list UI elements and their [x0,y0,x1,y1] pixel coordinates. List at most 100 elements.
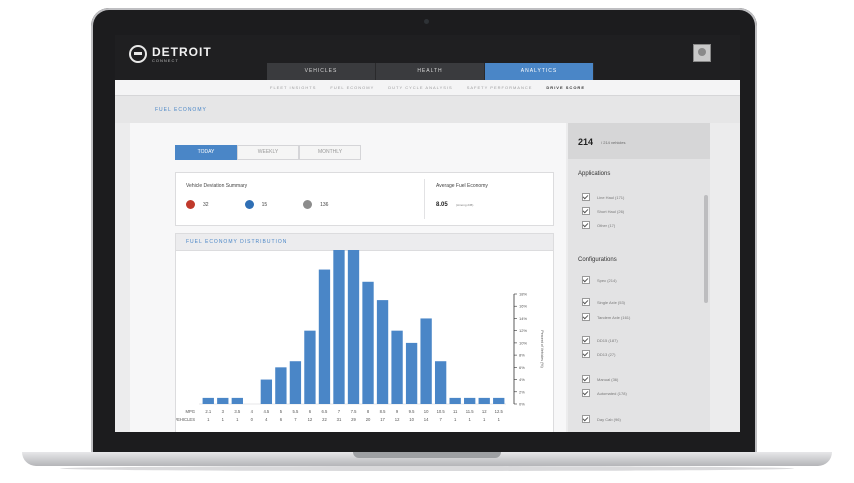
filter-item[interactable]: Other (17) [582,221,615,229]
chart-bar[interactable] [347,250,360,404]
filter-item[interactable]: Manual (36) [582,375,618,383]
y-tick-label: 6% [519,365,525,370]
count-label: 29 [351,417,356,422]
subnav-duty-cycle[interactable]: DUTY CYCLE ANALYSIS [388,80,452,95]
chart-bar[interactable] [391,330,403,404]
filter-label: Automated (178) [597,390,627,396]
up-arrow-icon [244,200,254,209]
vehicle-count-label: / 214 vehicles [601,140,626,145]
checkbox-icon[interactable] [582,389,590,397]
count-label: 0 [251,417,254,422]
x-tick-label: 7 [338,409,341,414]
brand-logo[interactable]: DETROIT CONNECT [129,45,212,63]
count-label: 1 [207,417,210,422]
chart-bar[interactable] [202,397,214,404]
filter-item[interactable]: Line Haul (171) [582,193,624,201]
deviation-above[interactable]: 15 [244,200,268,209]
chart-bar[interactable] [217,397,229,404]
chart-bar[interactable] [493,397,505,404]
count-label: 1 [236,417,239,422]
y-tick-label: 0% [519,402,525,407]
checkbox-icon[interactable] [582,336,590,344]
chart-bar[interactable] [333,250,345,404]
checkbox-icon[interactable] [582,313,590,321]
chart-bar[interactable] [318,269,331,404]
filter-item[interactable]: DD15 (187) [582,336,618,344]
checkbox-icon[interactable] [582,350,590,358]
subnav-drive-score[interactable]: DRIVE SCORE [546,80,585,95]
filter-item[interactable]: DD13 (27) [582,350,615,358]
filter-item[interactable]: Single Axle (53) [582,298,625,306]
down-arrow-icon [186,200,195,209]
webcam [424,19,429,24]
chart-bar[interactable] [260,379,273,404]
chart-bar[interactable] [275,367,287,404]
x-tick-label: 8.5 [380,409,386,414]
circle-icon [303,200,313,209]
count-label: 1 [469,417,472,422]
filter-item[interactable]: Automated (178) [582,389,627,397]
filter-item[interactable]: Spec (214) [582,276,617,284]
deviation-below[interactable]: 32 [186,200,209,209]
x-tick-label: 10.5 [437,409,446,414]
filter-item[interactable]: Day Cab (96) [582,415,621,423]
chart-bar[interactable] [362,281,374,404]
filter-label: DD13 (27) [597,351,616,357]
chart-bar[interactable] [304,330,316,404]
deviation-above-count: 15 [261,201,268,208]
chart-bar[interactable] [478,397,490,404]
chart-bar[interactable] [420,318,432,404]
checkbox-icon[interactable] [582,298,590,306]
count-row-label: VEHICLES [176,417,195,422]
chart-bar[interactable] [405,342,418,404]
segment-today[interactable]: TODAY [175,145,237,160]
chart-bar[interactable] [289,361,302,404]
subnav-fleet-insights[interactable]: FLEET INSIGHTS [270,80,316,95]
chart-bar[interactable] [464,397,476,404]
subnav-safety[interactable]: SAFETY PERFORMANCE [467,80,533,95]
checkbox-icon[interactable] [582,221,590,229]
tab-analytics[interactable]: ANALYTICS [485,63,594,80]
x-tick-label: 12.5 [495,409,504,414]
count-label: 6 [280,417,283,422]
count-label: 7 [294,417,297,422]
chart-bar[interactable] [434,361,447,404]
tab-health[interactable]: HEALTH [376,63,485,80]
checkbox-icon[interactable] [582,207,590,215]
filter-sidebar: 214 / 214 vehicles Applications Line Hau… [568,123,710,432]
checkbox-icon[interactable] [582,415,590,423]
top-bar: DETROIT CONNECT VEHICLES HEALTH ANALYTIC… [115,35,740,80]
avg-fuel-value: 8.05 [436,202,448,208]
filter-item[interactable]: Short Haul (26) [582,207,624,215]
chart-bar[interactable] [231,397,243,404]
x-tick-label: 3.5 [234,409,240,414]
x-axis-label: MPG [185,409,195,414]
sidebar-scrollbar[interactable] [704,195,708,303]
segment-weekly[interactable]: WEEKLY [237,145,299,160]
deviation-normal[interactable]: 136 [303,200,328,209]
segment-monthly[interactable]: MONTHLY [299,145,361,160]
count-label: 1 [483,417,486,422]
count-label: 1 [222,417,225,422]
divider [424,179,425,219]
sub-navigation: FLEET INSIGHTS FUEL ECONOMY DUTY CYCLE A… [115,80,740,96]
checkbox-icon[interactable] [582,375,590,383]
count-label: 4 [265,417,268,422]
x-tick-label: 2.1 [205,409,211,414]
y-tick-label: 8% [519,353,525,358]
chart-bar[interactable] [449,397,461,404]
checkbox-icon[interactable] [582,193,590,201]
tab-vehicles[interactable]: VEHICLES [267,63,376,80]
y-tick-label: 10% [519,340,527,345]
x-tick-label: 8 [367,409,370,414]
user-avatar-icon[interactable] [693,44,711,62]
subnav-fuel-economy[interactable]: FUEL ECONOMY [330,80,374,95]
y-axis-label: Percent of Vehicles (%) [540,330,544,367]
x-tick-label: 10 [424,409,429,414]
filter-item[interactable]: Tandem Axle (161) [582,313,630,321]
y-tick-label: 18% [519,292,527,297]
chart-bar[interactable] [376,300,389,404]
y-tick-label: 4% [519,377,525,382]
count-label: 22 [322,417,327,422]
checkbox-icon[interactable] [582,276,590,284]
